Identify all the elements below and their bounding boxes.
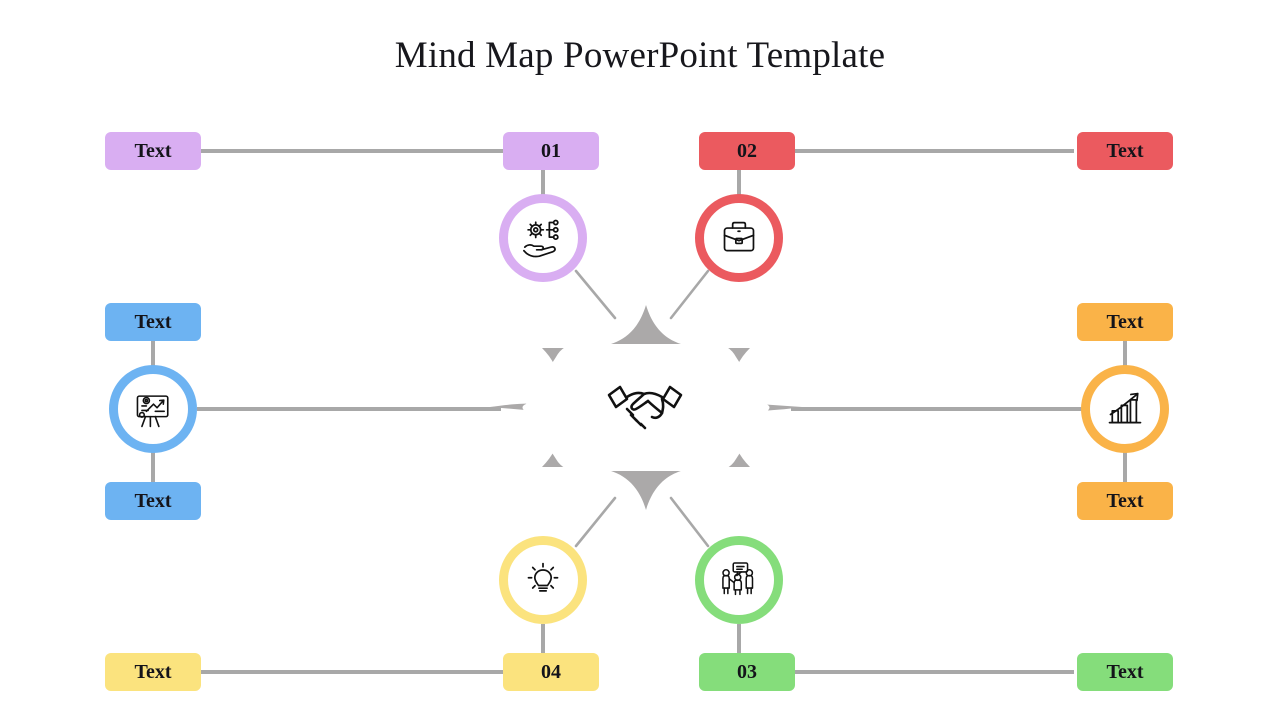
label-box-top-right-text[interactable]: Text: [1077, 132, 1173, 170]
label-box-mid-right-top[interactable]: Text: [1077, 303, 1173, 341]
label-box-bottom-right-text[interactable]: Text: [1077, 653, 1173, 691]
node-circle-04[interactable]: [499, 536, 587, 624]
label-box-mid-right-bottom[interactable]: Text: [1077, 482, 1173, 520]
node-circle-01[interactable]: [499, 194, 587, 282]
team-meeting-icon: [718, 560, 761, 600]
label-box-mid-left-bottom[interactable]: Text: [105, 482, 201, 520]
node-circle-02[interactable]: [695, 194, 783, 282]
label-box-04[interactable]: 04: [503, 653, 599, 691]
briefcase-icon: [719, 219, 759, 257]
lightbulb-icon: [523, 560, 563, 600]
label-box-03[interactable]: 03: [699, 653, 795, 691]
hand-gear-icon: [521, 218, 565, 258]
label-box-bottom-left-text[interactable]: Text: [105, 653, 201, 691]
slide-canvas: Mind Map PowerPoint Template Text 01 02 …: [0, 0, 1280, 720]
label-box-02[interactable]: 02: [699, 132, 795, 170]
label-box-mid-left-top[interactable]: Text: [105, 303, 201, 341]
growth-bar-chart-icon: [1104, 389, 1146, 429]
label-box-01[interactable]: 01: [503, 132, 599, 170]
presentation-chart-icon: [132, 389, 175, 430]
node-circle-left[interactable]: [109, 365, 197, 453]
node-circle-right[interactable]: [1081, 365, 1169, 453]
node-circle-03[interactable]: [695, 536, 783, 624]
page-title: Mind Map PowerPoint Template: [394, 35, 886, 76]
handshake-icon: [605, 372, 685, 442]
label-box-top-left-text[interactable]: Text: [105, 132, 201, 170]
